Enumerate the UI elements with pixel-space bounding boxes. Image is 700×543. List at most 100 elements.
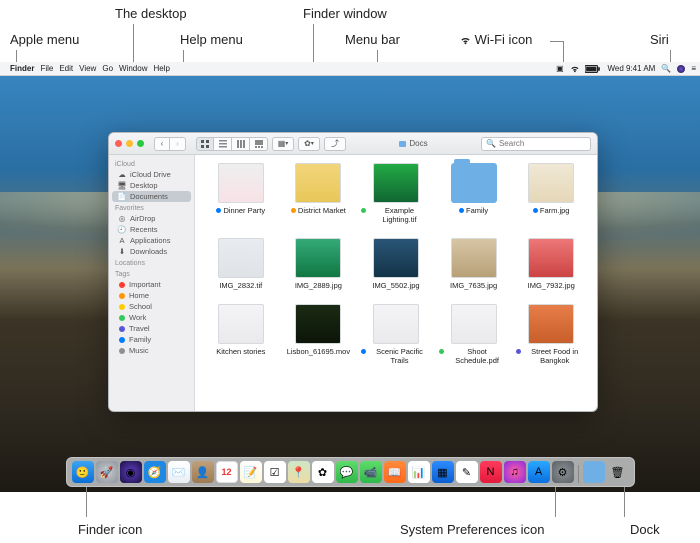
sidebar-item-home[interactable]: Home <box>112 290 191 301</box>
folder-icon <box>399 141 406 147</box>
dock-calendar-icon[interactable]: 12 <box>216 461 238 483</box>
sidebar-item-important[interactable]: Important <box>112 279 191 290</box>
file-item[interactable]: IMG_5502.jpg <box>360 238 432 290</box>
file-name: IMG_2832.tif <box>219 281 262 290</box>
clock-icon: 🕘 <box>118 226 126 234</box>
dock-numbers-icon[interactable]: 📊 <box>408 461 430 483</box>
file-item[interactable]: IMG_2832.tif <box>205 238 277 290</box>
dock-mail-icon[interactable]: ✉️ <box>168 461 190 483</box>
file-item[interactable]: Scenic Pacific Trails <box>360 304 432 365</box>
dock-trash-icon[interactable]: 🗑 <box>607 461 629 483</box>
menu-view[interactable]: View <box>79 64 96 73</box>
file-name: Farm.jpg <box>533 206 570 215</box>
dock-safari-icon[interactable]: 🧭 <box>144 461 166 483</box>
desktop[interactable]: Finder File Edit View Go Window Help ▣ W… <box>0 62 700 492</box>
file-name: IMG_5502.jpg <box>372 281 419 290</box>
sidebar-item-downloads[interactable]: ⬇︎Downloads <box>112 246 191 257</box>
file-item[interactable]: Lisbon_61695.mov <box>283 304 355 365</box>
menu-app-name[interactable]: Finder <box>10 64 34 73</box>
forward-button[interactable]: › <box>170 137 186 151</box>
tag-dot-icon <box>516 349 521 354</box>
sidebar-item-applications[interactable]: AApplications <box>112 235 191 246</box>
sidebar-item-family[interactable]: Family <box>112 334 191 345</box>
dock-facetime-icon[interactable]: 📹 <box>360 461 382 483</box>
dock-launchpad-icon[interactable]: 🚀 <box>96 461 118 483</box>
sidebar-item-recents[interactable]: 🕘Recents <box>112 224 191 235</box>
view-column-button[interactable] <box>232 137 250 151</box>
file-name: Dinner Party <box>216 206 265 215</box>
dock-itunes-icon[interactable]: ♫ <box>504 461 526 483</box>
wifi-icon[interactable] <box>570 65 580 73</box>
dock-news-icon[interactable]: N <box>480 461 502 483</box>
dock-system-preferences-icon[interactable]: ⚙︎ <box>552 461 574 483</box>
desktop-icon: 🖥 <box>118 182 126 190</box>
close-button[interactable] <box>115 140 122 147</box>
file-name: Scenic Pacific Trails <box>361 347 431 365</box>
menu-help[interactable]: Help <box>153 64 169 73</box>
file-item[interactable]: Example Lighting.tif <box>360 163 432 224</box>
dock-keynote-icon[interactable]: ▦ <box>432 461 454 483</box>
file-item[interactable]: District Market <box>283 163 355 224</box>
sidebar-item-label: Music <box>129 346 149 355</box>
group-button[interactable]: ▦ ▾ <box>272 137 294 151</box>
siri-icon[interactable] <box>677 65 685 73</box>
view-list-button[interactable] <box>214 137 232 151</box>
sidebar-item-work[interactable]: Work <box>112 312 191 323</box>
view-icon-button[interactable] <box>196 137 214 151</box>
tag-dot-icon <box>291 208 296 213</box>
dock-ibooks-icon[interactable]: 📖 <box>384 461 406 483</box>
sidebar-item-travel[interactable]: Travel <box>112 323 191 334</box>
file-item[interactable]: IMG_7932.jpg <box>515 238 587 290</box>
file-item[interactable]: Farm.jpg <box>515 163 587 224</box>
clock[interactable]: Wed 9:41 AM <box>607 64 655 73</box>
share-button[interactable]: ⤴ <box>324 137 346 151</box>
file-item[interactable]: Shoot Schedule.pdf <box>438 304 510 365</box>
dock-contacts-icon[interactable]: 👤 <box>192 461 214 483</box>
callout-apple-menu: Apple menu <box>10 32 79 47</box>
action-button[interactable]: ✿ ▾ <box>298 137 320 151</box>
dock-reminders-icon[interactable]: ☑︎ <box>264 461 286 483</box>
file-item[interactable]: Street Food in Bangkok <box>515 304 587 365</box>
battery-icon[interactable] <box>585 65 601 73</box>
search-input[interactable] <box>499 139 586 148</box>
zoom-button[interactable] <box>137 140 144 147</box>
cloud-icon: ☁︎ <box>118 171 126 179</box>
dock-siri-icon[interactable]: ◉ <box>120 461 142 483</box>
sidebar-item-airdrop[interactable]: ◎AirDrop <box>112 213 191 224</box>
notification-center-icon[interactable]: ≡ <box>691 64 696 73</box>
sidebar-item-music[interactable]: Music <box>112 345 191 356</box>
finder-content[interactable]: Dinner Party District MarketExample Light… <box>195 155 597 411</box>
sidebar-item-desktop[interactable]: 🖥Desktop <box>112 180 191 191</box>
sidebar-item-label: School <box>129 302 152 311</box>
spotlight-icon[interactable]: 🔍 <box>661 64 671 73</box>
menu-go[interactable]: Go <box>102 64 113 73</box>
file-item[interactable]: IMG_2889.jpg <box>283 238 355 290</box>
airplay-icon[interactable]: ▣ <box>556 64 564 73</box>
dock-notes-icon[interactable]: 📝 <box>240 461 262 483</box>
dock-photos-icon[interactable]: ✿ <box>312 461 334 483</box>
sidebar-item-school[interactable]: School <box>112 301 191 312</box>
dock-maps-icon[interactable]: 📍 <box>288 461 310 483</box>
menu-window[interactable]: Window <box>119 64 147 73</box>
menu-file[interactable]: File <box>40 64 53 73</box>
sidebar-item-documents[interactable]: 📄Documents <box>112 191 191 202</box>
file-item[interactable]: Kitchen stories <box>205 304 277 365</box>
file-name: Shoot Schedule.pdf <box>439 347 509 365</box>
dock-pages-icon[interactable]: ✎ <box>456 461 478 483</box>
tag-dot-icon <box>459 208 464 213</box>
sidebar-item-label: AirDrop <box>130 214 155 223</box>
dock-messages-icon[interactable]: 💬 <box>336 461 358 483</box>
dock-app-store-icon[interactable]: A <box>528 461 550 483</box>
menu-edit[interactable]: Edit <box>59 64 73 73</box>
file-item[interactable]: IMG_7635.jpg <box>438 238 510 290</box>
back-button[interactable]: ‹ <box>154 137 170 151</box>
view-gallery-button[interactable] <box>250 137 268 151</box>
dock-downloads-icon[interactable] <box>583 461 605 483</box>
dock-finder-icon[interactable]: 🙂 <box>72 461 94 483</box>
sidebar-item-icloud-drive[interactable]: ☁︎iCloud Drive <box>112 169 191 180</box>
callout-wifi: Wi-Fi icon <box>460 32 532 47</box>
minimize-button[interactable] <box>126 140 133 147</box>
file-item[interactable]: Family <box>438 163 510 224</box>
finder-window[interactable]: ‹ › ▦ ▾ ✿ ▾ ⤴ Docs 🔍 iCloud☁︎iCloud Driv… <box>108 132 598 412</box>
file-item[interactable]: Dinner Party <box>205 163 277 224</box>
